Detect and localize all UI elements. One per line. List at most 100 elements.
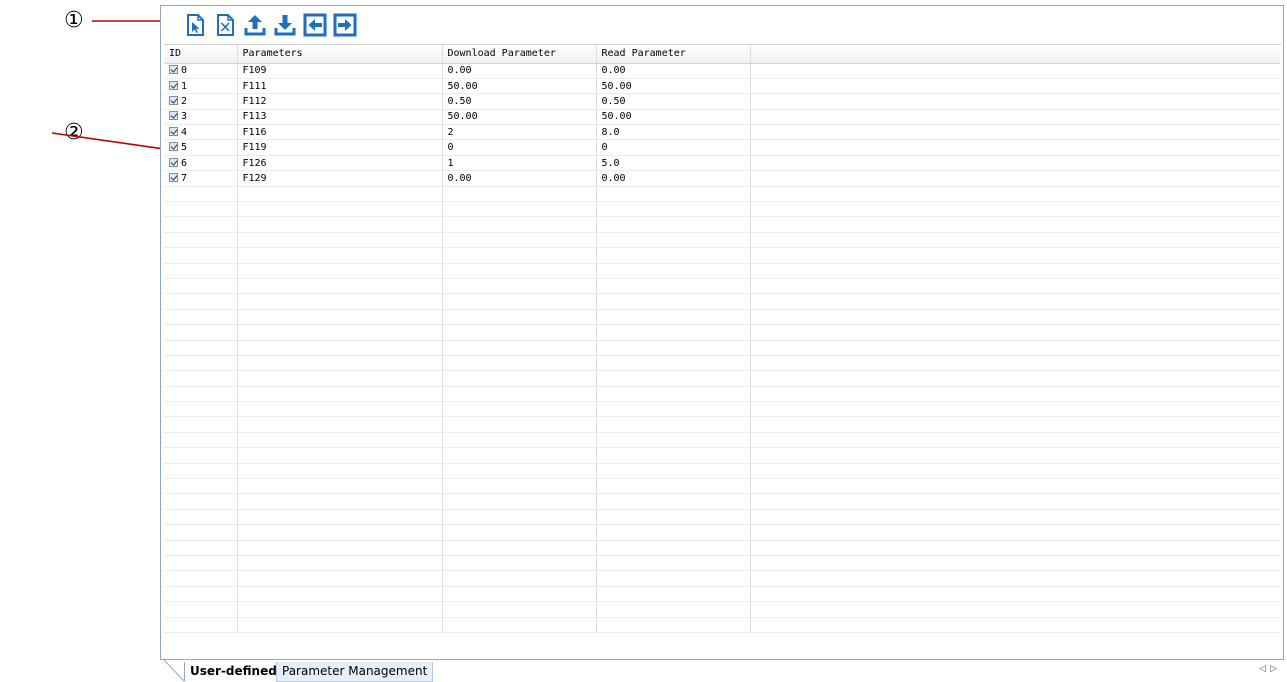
cell-parameter[interactable] [237,278,443,295]
table-row[interactable]: 1 F111 50.00 50.00 [164,78,1280,95]
clear-file-button[interactable] [213,13,237,37]
upload-button[interactable] [243,13,267,37]
export-right-button[interactable] [333,13,357,37]
cell-parameter[interactable] [237,570,443,587]
cell-download-parameter[interactable] [442,478,597,495]
cell-parameter[interactable]: F116 [237,124,443,141]
import-left-button[interactable] [303,13,327,37]
cell-parameter[interactable] [237,216,443,233]
cell-id[interactable] [164,247,238,264]
cell-download-parameter[interactable] [442,586,597,603]
empty-row[interactable] [164,247,1280,264]
cell-id[interactable] [164,324,238,341]
cell-read-parameter[interactable] [596,447,751,464]
row-checkbox[interactable] [169,65,178,75]
cell-download-parameter[interactable] [442,340,597,356]
cell-download-parameter[interactable]: 0.50 [442,93,597,110]
cell-id[interactable]: 5 [164,139,238,156]
cell-id[interactable] [164,524,238,541]
cell-read-parameter[interactable] [596,540,751,557]
tab-parameter-management[interactable]: Parameter Management [276,662,434,682]
cell-read-parameter[interactable] [596,216,751,233]
cell-parameter[interactable] [237,293,443,310]
cell-download-parameter[interactable] [442,386,597,403]
cell-read-parameter[interactable] [596,524,751,541]
cell-download-parameter[interactable] [442,201,597,218]
cell-read-parameter[interactable] [596,416,751,433]
cell-id[interactable]: 1 [164,78,238,95]
row-checkbox[interactable] [169,95,178,105]
table-row[interactable]: 2 F112 0.50 0.50 [164,93,1280,110]
empty-row[interactable] [164,570,1280,587]
cell-download-parameter[interactable] [442,278,597,295]
select-file-button[interactable] [183,13,207,37]
cell-download-parameter[interactable] [442,355,597,372]
cell-parameter[interactable]: F112 [237,93,443,110]
cell-id[interactable] [164,617,238,633]
cell-read-parameter[interactable] [596,278,751,295]
cell-id[interactable] [164,447,238,464]
cell-read-parameter[interactable] [596,293,751,310]
row-checkbox[interactable] [169,142,178,152]
cell-id[interactable] [164,570,238,587]
cell-read-parameter[interactable] [596,570,751,587]
cell-parameter[interactable] [237,463,443,480]
cell-id[interactable] [164,263,238,279]
cell-read-parameter[interactable] [596,601,751,618]
cell-id[interactable] [164,216,238,233]
row-checkbox[interactable] [169,111,178,121]
empty-row[interactable] [164,232,1280,249]
cell-parameter[interactable] [237,355,443,372]
empty-row[interactable] [164,278,1280,295]
cell-id[interactable] [164,309,238,326]
cell-read-parameter[interactable]: 50.00 [596,78,751,95]
cell-parameter[interactable] [237,555,443,572]
cell-parameter[interactable] [237,232,443,249]
cell-parameter[interactable] [237,493,443,510]
cell-read-parameter[interactable] [596,186,751,203]
cell-download-parameter[interactable]: 0 [442,139,597,156]
cell-id[interactable] [164,278,238,295]
empty-row[interactable] [164,186,1280,203]
cell-parameter[interactable]: F111 [237,78,443,95]
cell-parameter[interactable] [237,401,443,418]
cell-parameter[interactable] [237,478,443,495]
cell-read-parameter[interactable]: 0.00 [596,170,751,187]
empty-row[interactable] [164,416,1280,433]
cell-read-parameter[interactable] [596,263,751,279]
cell-id[interactable] [164,416,238,433]
cell-parameter[interactable]: F129 [237,170,443,187]
cell-download-parameter[interactable] [442,601,597,618]
cell-id[interactable]: 3 [164,109,238,126]
cell-read-parameter[interactable]: 8.0 [596,124,751,141]
cell-download-parameter[interactable] [442,186,597,203]
cell-read-parameter[interactable] [596,493,751,510]
empty-row[interactable] [164,586,1280,603]
tab-scroll-arrows[interactable]: ◁▷ [1259,664,1281,674]
cell-read-parameter[interactable] [596,463,751,480]
cell-download-parameter[interactable]: 1 [442,155,597,172]
empty-row[interactable] [164,447,1280,464]
empty-row[interactable] [164,201,1280,218]
cell-read-parameter[interactable]: 0.00 [596,63,751,79]
cell-download-parameter[interactable] [442,555,597,572]
empty-row[interactable] [164,555,1280,572]
empty-row[interactable] [164,524,1280,541]
empty-row[interactable] [164,463,1280,480]
cell-id[interactable] [164,340,238,356]
cell-parameter[interactable] [237,540,443,557]
cell-id[interactable]: 0 [164,63,238,79]
empty-row[interactable] [164,355,1280,372]
cell-read-parameter[interactable] [596,201,751,218]
download-button[interactable] [273,13,297,37]
empty-row[interactable] [164,493,1280,510]
empty-row[interactable] [164,617,1280,633]
cell-read-parameter[interactable] [596,247,751,264]
cell-id[interactable] [164,478,238,495]
cell-download-parameter[interactable]: 0.00 [442,63,597,79]
cell-parameter[interactable]: F109 [237,63,443,79]
cell-read-parameter[interactable] [596,324,751,341]
cell-id[interactable] [164,386,238,403]
row-checkbox[interactable] [169,80,178,90]
table-row[interactable]: 5 F119 0 0 [164,139,1280,156]
